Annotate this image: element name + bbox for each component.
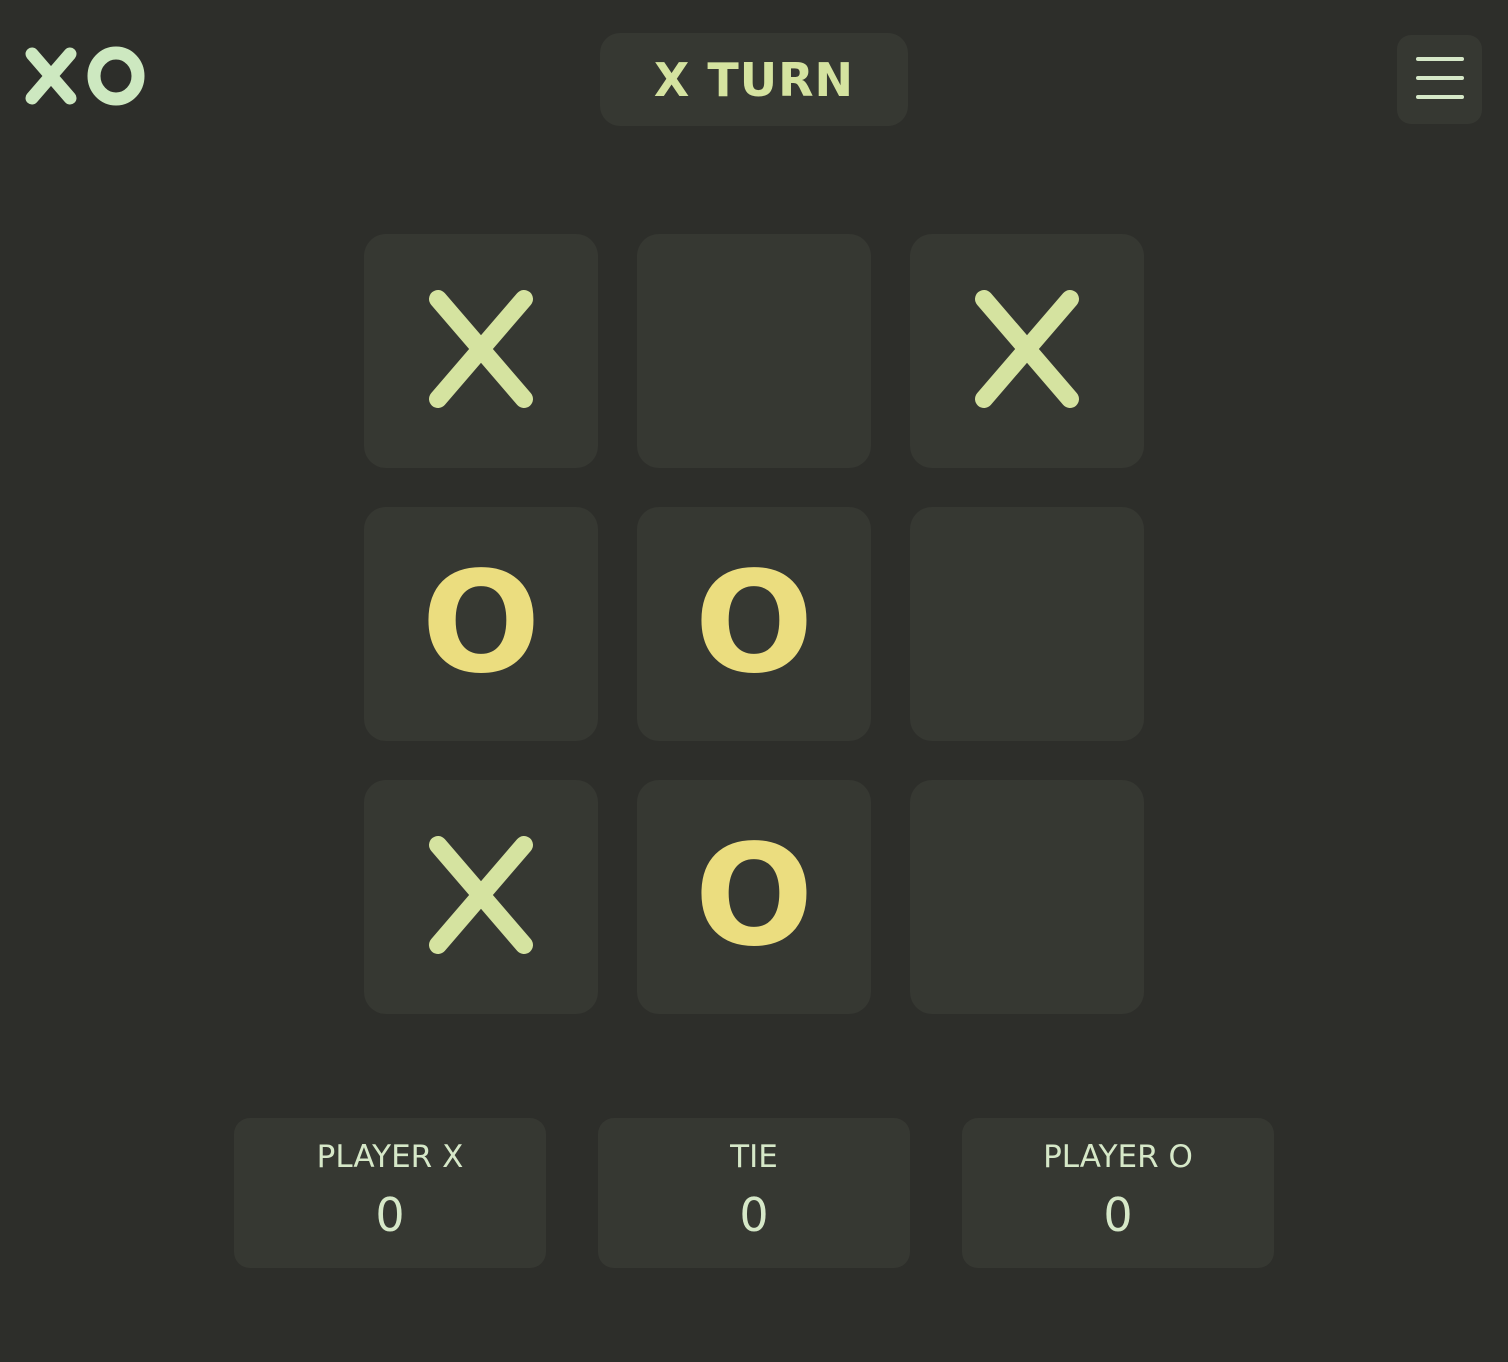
board-cell-2[interactable] [637,234,871,468]
score-player-o-label: PLAYER O [1043,1139,1193,1175]
board-cell-3[interactable] [910,234,1144,468]
board-cell-9[interactable] [910,780,1144,1014]
score-player-x-value: 0 [375,1188,405,1242]
turn-label: X TURN [653,52,855,107]
o-mark: O [421,542,541,705]
score-tie: TIE 0 [598,1118,910,1268]
x-mark-icon [972,287,1082,415]
board-cell-1[interactable] [364,234,598,468]
board-cell-7[interactable] [364,780,598,1014]
score-tie-label: TIE [730,1139,778,1175]
score-player-x: PLAYER X 0 [234,1118,546,1268]
o-mark: O [694,815,814,978]
game-board: OOO [364,234,1144,1014]
game-screen: X TURN OOO PLAYER X 0 TIE 0 PLAYER O 0 [0,0,1508,1362]
hamburger-menu-icon [1415,56,1464,104]
score-player-x-label: PLAYER X [316,1139,464,1175]
x-mark-icon [426,833,536,961]
score-tie-value: 0 [739,1188,769,1242]
app-logo [24,32,150,122]
menu-button[interactable] [1397,35,1482,124]
board-cell-6[interactable] [910,507,1144,741]
x-mark-icon [426,287,536,415]
score-player-o-value: 0 [1103,1188,1133,1242]
board-cell-5[interactable]: O [637,507,871,741]
board-cell-4[interactable]: O [364,507,598,741]
turn-indicator: X TURN [600,33,908,126]
o-mark: O [694,542,814,705]
board-cell-8[interactable]: O [637,780,871,1014]
score-player-o: PLAYER O 0 [962,1118,1274,1268]
